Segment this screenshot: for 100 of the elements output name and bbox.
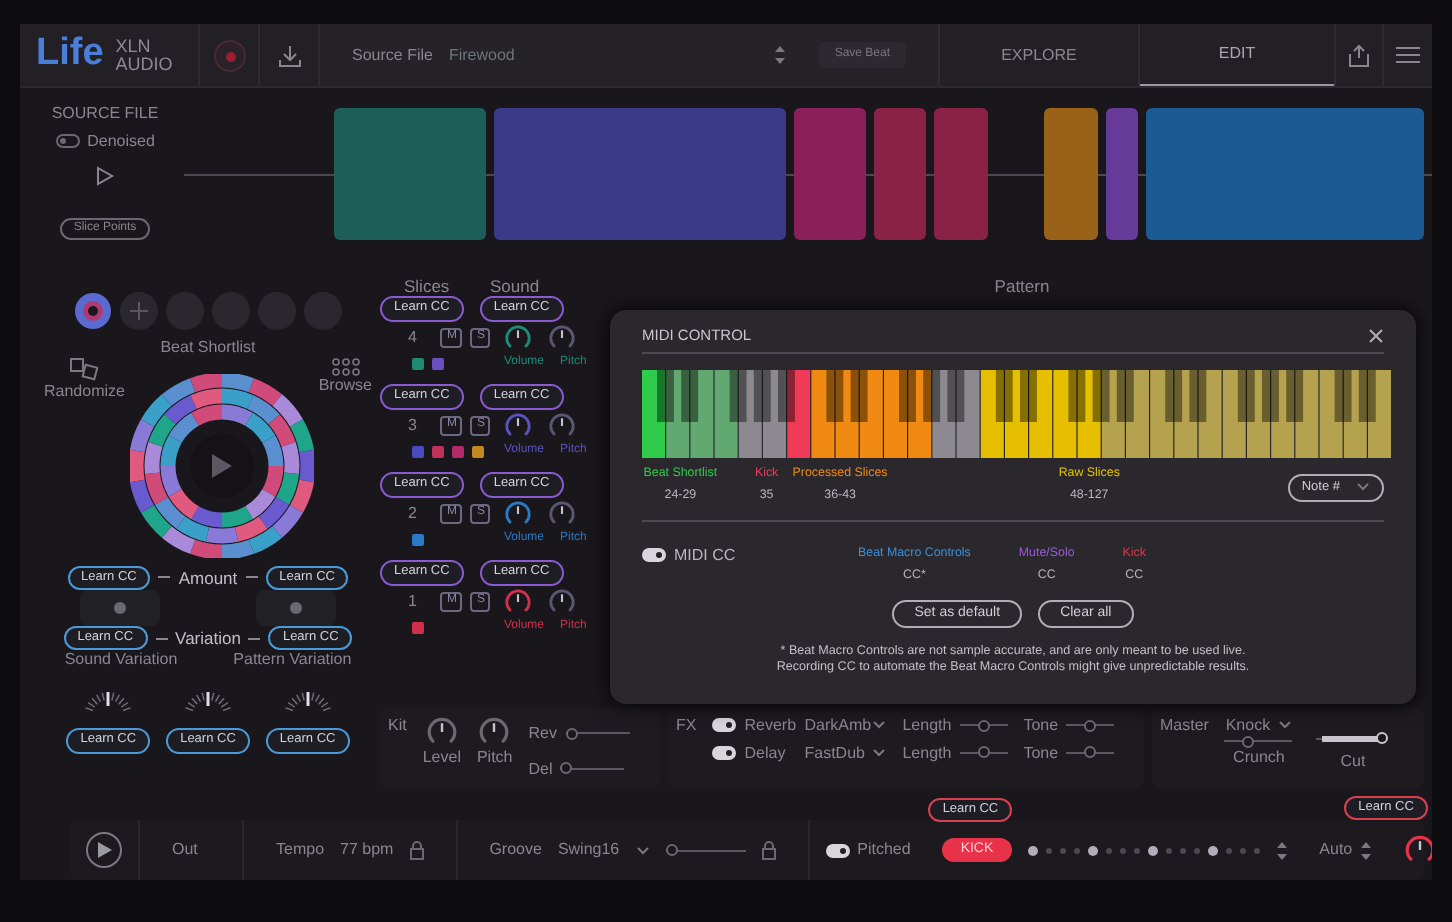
share-icon[interactable]	[1348, 43, 1370, 67]
macro-label: Amount	[178, 567, 238, 588]
pattern-wheel-drawing[interactable]	[129, 373, 314, 558]
knob[interactable]	[504, 499, 532, 528]
panel-title: Master	[1160, 716, 1209, 738]
slice-number: 4	[408, 327, 417, 347]
slider[interactable]	[565, 727, 629, 740]
chevron-down-icon	[1278, 720, 1293, 731]
knob[interactable]	[548, 323, 576, 352]
column-header: Pattern	[992, 276, 1052, 297]
knob-label: Pitch	[476, 748, 513, 768]
step-dot[interactable]	[1165, 847, 1172, 853]
section-label: Beat Shortlist	[160, 338, 256, 358]
column-header: Sound	[490, 276, 540, 297]
groove-value: Swing16	[557, 840, 620, 860]
up-down-arrows-icon[interactable]	[1360, 839, 1373, 861]
step-dot[interactable]	[1073, 847, 1080, 853]
app-logo: Life	[36, 32, 104, 78]
control-label: Out	[172, 840, 198, 860]
close-icon[interactable]	[1368, 327, 1384, 343]
knob[interactable]	[548, 411, 576, 440]
slider-label: Length	[902, 716, 952, 736]
step-dot[interactable]	[1119, 847, 1126, 853]
lock-icon[interactable]	[409, 840, 424, 860]
knob[interactable]	[504, 587, 532, 616]
knob[interactable]	[425, 716, 458, 748]
macro-pad[interactable]	[80, 590, 160, 627]
play-icon	[97, 842, 111, 858]
knob[interactable]	[478, 716, 511, 748]
step-dot[interactable]	[1059, 847, 1066, 853]
step-dot[interactable]	[1027, 845, 1038, 855]
step-dot[interactable]	[1087, 845, 1098, 855]
chevron-down-icon	[1356, 482, 1370, 493]
play-button[interactable]	[189, 433, 254, 498]
knob[interactable]	[548, 499, 576, 528]
tab[interactable]: EXPLORE	[940, 24, 1138, 86]
knob[interactable]	[504, 411, 532, 440]
slice-block[interactable]	[1106, 108, 1139, 240]
step-dot[interactable]	[1253, 847, 1260, 853]
menu-icon[interactable]	[1396, 46, 1420, 64]
play-icon[interactable]	[96, 166, 114, 187]
slider-label: Length	[902, 743, 952, 763]
slice-number: 3	[408, 415, 417, 435]
effect-name: Delay	[744, 743, 788, 763]
chevron-down-icon	[872, 747, 887, 758]
slice-number: 2	[408, 503, 417, 523]
grid-dots-icon[interactable]	[331, 357, 360, 376]
toggle-label: Pitched	[857, 840, 911, 860]
source-file-label: Source File	[352, 45, 433, 65]
master-preset: Knock	[1225, 716, 1271, 736]
shortlist-thumbnail[interactable]	[74, 292, 112, 330]
variation-label: Sound Variation	[64, 650, 178, 671]
slider-label: Crunch	[1233, 747, 1285, 767]
slider-label: Tone	[1023, 716, 1059, 736]
piano-keyboard-drawing[interactable]	[642, 370, 1393, 458]
lock-icon[interactable]	[761, 840, 776, 860]
step-dot[interactable]	[1239, 847, 1246, 853]
slider-label: Del	[528, 759, 553, 779]
slice-block[interactable]	[933, 108, 989, 240]
effect-preset: FastDub	[804, 743, 865, 763]
knob[interactable]	[504, 323, 532, 352]
macro-label: Variation	[175, 628, 241, 649]
chevron-down-icon	[635, 845, 650, 855]
knob-label: Level	[422, 748, 461, 768]
slider[interactable]	[665, 844, 746, 856]
add-icon[interactable]	[120, 292, 158, 330]
knob[interactable]	[1404, 834, 1432, 866]
up-down-arrows-icon[interactable]	[774, 44, 787, 66]
step-dot[interactable]	[1045, 847, 1052, 853]
download-icon[interactable]	[277, 43, 301, 67]
toggle-label: Denoised	[87, 131, 155, 151]
control-label: Auto	[1319, 840, 1353, 860]
effect-name: Reverb	[744, 716, 797, 736]
record-button[interactable]	[213, 39, 245, 71]
play-button[interactable]	[86, 832, 122, 868]
up-down-arrows-icon[interactable]	[1275, 839, 1288, 861]
step-dot[interactable]	[1147, 845, 1158, 855]
step-dot[interactable]	[1179, 847, 1186, 853]
brand-name: AUDIO	[115, 55, 173, 73]
step-dot[interactable]	[1105, 847, 1112, 853]
tab[interactable]: EDIT	[1140, 24, 1334, 86]
slider[interactable]	[1316, 732, 1389, 744]
slider-label: Rev	[528, 724, 557, 744]
tempo-value: 77 bpm	[340, 840, 394, 860]
play-icon	[210, 453, 233, 478]
source-file-name: Firewood	[448, 45, 515, 65]
control-label: Tempo	[276, 840, 325, 860]
step-dot[interactable]	[1133, 847, 1140, 853]
variation-label: Pattern Variation	[233, 650, 352, 671]
slider[interactable]	[560, 762, 625, 775]
step-dot[interactable]	[1193, 847, 1200, 853]
column-header: Slices	[402, 276, 452, 297]
macro-pad[interactable]	[256, 590, 336, 627]
step-dot[interactable]	[1225, 847, 1232, 853]
slice-block[interactable]	[1044, 108, 1099, 240]
knob[interactable]	[548, 587, 576, 616]
dice-icon[interactable]	[70, 357, 99, 382]
control-label: Groove	[489, 840, 542, 860]
step-dot[interactable]	[1207, 845, 1218, 855]
toggle-switch[interactable]	[55, 133, 80, 148]
